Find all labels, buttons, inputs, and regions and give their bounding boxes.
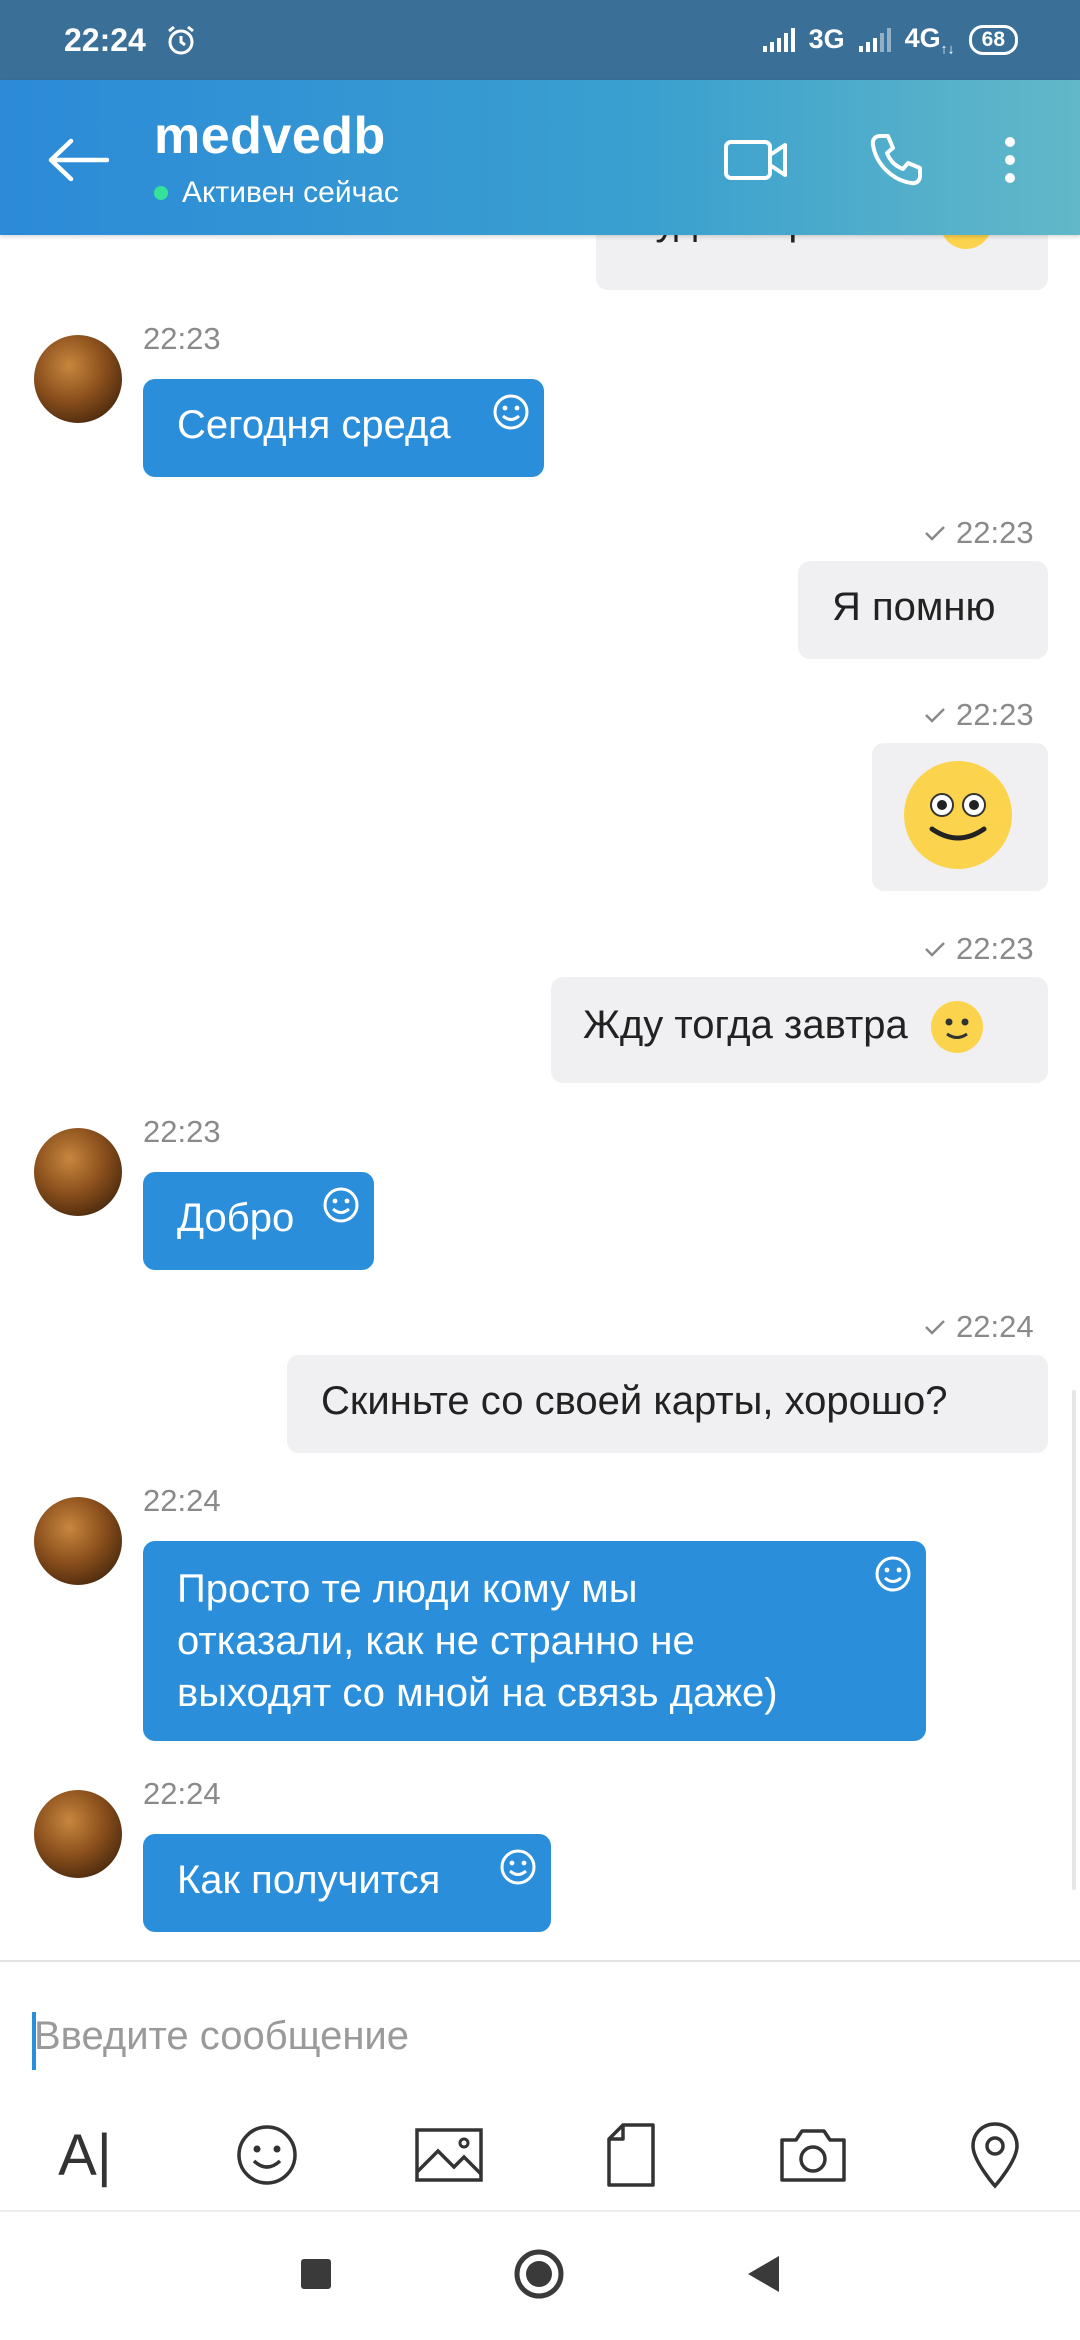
- message-text: Жду тогда завтра: [583, 1003, 908, 1047]
- phone-icon: [870, 134, 922, 186]
- back-button[interactable]: [38, 120, 118, 200]
- arrow-left-icon: [48, 138, 109, 182]
- check-icon: [925, 1320, 945, 1335]
- more-menu-button[interactable]: [980, 120, 1040, 200]
- avatar[interactable]: [34, 1128, 122, 1216]
- image-icon: [415, 2128, 483, 2182]
- message-bubble-incoming[interactable]: Сегодня среда: [143, 379, 544, 477]
- message-bubble-incoming[interactable]: Как получится: [143, 1834, 551, 1932]
- back-nav-button[interactable]: [745, 2254, 781, 2299]
- contact-name: medvedb: [154, 107, 386, 165]
- avatar[interactable]: [34, 335, 122, 423]
- signal-icon: [762, 27, 795, 52]
- message-text-line: Просто те люди кому мы: [177, 1567, 638, 1611]
- check-icon: [925, 942, 945, 957]
- message-text: Сегодня среда: [177, 403, 451, 447]
- message-time: 22:23: [956, 931, 1034, 966]
- presence-text: Активен сейчас: [182, 176, 399, 209]
- add-reaction-icon[interactable]: [874, 1555, 912, 1593]
- presence-status: Активен сейчас: [154, 176, 399, 210]
- video-camera-icon: [724, 140, 787, 180]
- text-format-button[interactable]: A|: [40, 2110, 130, 2200]
- avatar[interactable]: [34, 1790, 122, 1878]
- add-reaction-icon[interactable]: [322, 1186, 360, 1224]
- message-meta: 22:23: [924, 931, 1034, 967]
- battery-icon: 68: [968, 24, 1018, 55]
- triangle-back-icon: [748, 2255, 779, 2292]
- message-text: Добро: [177, 1196, 295, 1240]
- message-text: Я помню: [832, 585, 996, 629]
- check-icon: [925, 526, 945, 541]
- voice-call-button[interactable]: [856, 120, 936, 200]
- home-circle-icon: [514, 2249, 564, 2298]
- online-dot: [154, 186, 168, 200]
- message-time: 22:23: [956, 515, 1034, 550]
- check-icon: [925, 708, 945, 723]
- chat-header: medvedb Активен сейчас: [0, 80, 1080, 235]
- emoji-button[interactable]: [222, 2110, 312, 2200]
- message-bubble-outgoing[interactable]: Я помню: [798, 561, 1048, 659]
- home-button[interactable]: [513, 2248, 565, 2305]
- camera-button[interactable]: [768, 2110, 858, 2200]
- camera-icon: [780, 2129, 846, 2182]
- message-bubble-outgoing[interactable]: Жду тогда завтра: [551, 977, 1048, 1083]
- message-bubble-incoming[interactable]: Просто те люди кому мы отказали, как не …: [143, 1541, 926, 1741]
- add-reaction-icon[interactable]: [492, 393, 530, 431]
- message-time: 22:23: [143, 1114, 221, 1149]
- add-reaction-icon[interactable]: [499, 1848, 537, 1886]
- message-meta: 22:24: [924, 1309, 1034, 1345]
- network-label-2: 4G↑↓: [904, 23, 955, 57]
- status-bar: 22:24 3G 4G↑↓ 68: [0, 0, 1080, 80]
- message-text: Будет зарплата: [630, 235, 917, 243]
- emoji-icon: [237, 2125, 297, 2185]
- composer-toolbar: A|: [0, 2100, 1080, 2210]
- message-text-line: выходят со мной на связь даже): [177, 1671, 778, 1715]
- file-button[interactable]: [586, 2110, 676, 2200]
- message-text-line: отказали, как не странно не: [177, 1619, 695, 1663]
- video-call-button[interactable]: [716, 120, 796, 200]
- slight-smile-emoji-icon: [930, 1001, 983, 1054]
- message-bubble-outgoing[interactable]: Будет зарплата: [596, 235, 1048, 290]
- big-smile-emoji-icon: [904, 761, 1012, 869]
- more-vertical-icon: [1005, 137, 1015, 183]
- message-meta: 22:23: [924, 697, 1034, 733]
- message-text: Скиньте со своей карты, хорошо?: [321, 1379, 948, 1423]
- message-text: Как получится: [177, 1858, 441, 1902]
- image-button[interactable]: [404, 2110, 494, 2200]
- network-label-1: 3G: [808, 24, 845, 55]
- alarm-icon: [167, 25, 194, 55]
- message-time: 22:24: [143, 1776, 221, 1811]
- message-input-placeholder: Введите сообщение: [34, 2014, 409, 2058]
- avatar[interactable]: [34, 1497, 122, 1585]
- square-icon: [301, 2258, 331, 2289]
- recents-button[interactable]: [299, 2257, 333, 2296]
- scrollbar[interactable]: [1072, 1390, 1076, 1890]
- location-icon: [971, 2122, 1019, 2189]
- system-nav-bar: [0, 2210, 1080, 2340]
- message-time: 22:24: [143, 1483, 221, 1518]
- message-list[interactable]: Будет зарплата 22:23 Сегодня среда 22:23…: [0, 235, 1080, 1960]
- file-icon: [607, 2123, 655, 2187]
- text-format-icon: A|: [58, 2122, 112, 2188]
- status-time: 22:24: [64, 21, 146, 58]
- message-input[interactable]: Введите сообщение: [0, 1960, 1080, 2100]
- message-meta: 22:23: [924, 515, 1034, 551]
- message-time: 22:23: [143, 321, 221, 356]
- location-button[interactable]: [950, 2110, 1040, 2200]
- signal-icon-2: [858, 27, 891, 52]
- message-time: 22:24: [956, 1309, 1034, 1344]
- contact-info[interactable]: medvedb Активен сейчас: [154, 106, 399, 210]
- message-bubble-outgoing[interactable]: Скиньте со своей карты, хорошо?: [287, 1355, 1048, 1453]
- message-time: 22:23: [956, 697, 1034, 732]
- message-bubble-outgoing[interactable]: [872, 743, 1048, 891]
- slight-smile-emoji-icon: [942, 235, 990, 250]
